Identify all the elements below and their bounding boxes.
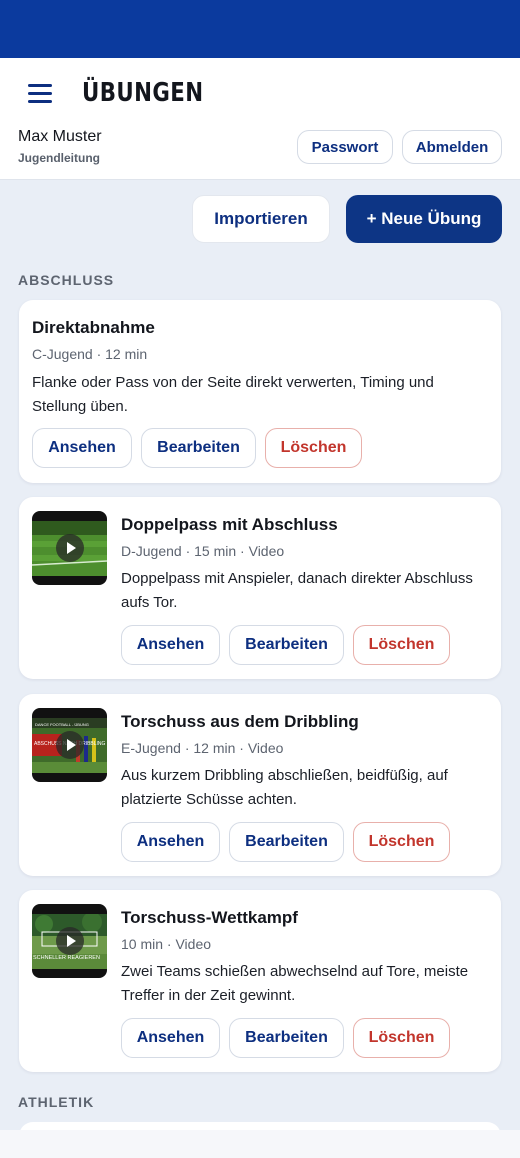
exercise-description: Zwei Teams schießen abwechselnd auf Tore… <box>121 960 468 1008</box>
exercise-description-line: Treffer in der Zeit gewinnt. <box>121 987 296 1004</box>
exercise-meta: D-Jugend · 15 min · Video <box>121 543 285 559</box>
page-title: ÜBUNGEN <box>82 78 204 108</box>
exercise-description-line: Aus kurzem Dribbling abschließen, beidfü… <box>121 767 448 784</box>
exercise-description-line: aufs Tor. <box>121 594 178 611</box>
user-role: Jugendleitung <box>18 151 100 165</box>
exercise-title: Doppelpass mit Abschluss <box>121 515 338 534</box>
exercise-meta: C-Jugend · 12 min <box>32 346 148 362</box>
exercise-card: SCHNELLER REAGIEREN Torschuss-Wettkampf … <box>19 890 501 1072</box>
exercise-description-line: Flanke oder Pass von der Seite direkt ve… <box>32 374 434 391</box>
delete-button[interactable]: Löschen <box>353 822 450 862</box>
view-button[interactable]: Ansehen <box>121 625 220 665</box>
section-label-abschluss: ABSCHLUSS <box>18 272 115 288</box>
exercise-description-line: platzierte Schüsse achten. <box>121 791 297 808</box>
user-name: Max Muster <box>18 128 102 145</box>
exercise-meta: 10 min · Video <box>121 936 212 952</box>
delete-button[interactable]: Löschen <box>353 625 450 665</box>
edit-button[interactable]: Bearbeiten <box>141 428 256 468</box>
section-label-athletik: ATHLETIK <box>18 1094 95 1110</box>
delete-button[interactable]: Löschen <box>265 428 362 468</box>
top-status-bar <box>0 0 520 58</box>
view-button[interactable]: Ansehen <box>32 428 132 468</box>
exercise-description-line: Zwei Teams schießen abwechselnd auf Tore… <box>121 963 469 980</box>
app-header: ÜBUNGEN Max Muster Jugendleitung Passwor… <box>0 58 520 180</box>
exercise-description: Aus kurzem Dribbling abschließen, beidfü… <box>121 764 448 812</box>
exercise-title: Torschuss aus dem Dribbling <box>121 712 359 731</box>
play-icon[interactable] <box>56 731 84 759</box>
exercise-meta: E-Jugend · 12 min · Video <box>121 740 284 756</box>
exercise-description: Doppelpass mit Anspieler, danach direkte… <box>121 567 473 615</box>
view-button[interactable]: Ansehen <box>121 1018 220 1058</box>
thumbnail-caption-top: DANCE FOOTBALL - ÜBUNG <box>35 722 89 727</box>
play-icon[interactable] <box>56 927 84 955</box>
exercise-description: Flanke oder Pass von der Seite direkt ve… <box>32 371 434 419</box>
menu-line <box>28 92 52 95</box>
exercise-description-line: Doppelpass mit Anspieler, danach direkte… <box>121 570 473 587</box>
thumbnail-caption: SCHNELLER REAGIEREN <box>33 955 100 961</box>
edit-button[interactable]: Bearbeiten <box>229 1018 344 1058</box>
exercise-card: DANCE FOOTBALL - ÜBUNG ABSCHUSS NACH DRI… <box>19 694 501 876</box>
bottom-navigation-bar <box>0 1130 520 1158</box>
exercise-title: Torschuss-Wettkampf <box>121 908 298 927</box>
video-thumbnail[interactable] <box>32 511 107 585</box>
menu-line <box>28 100 52 103</box>
view-button[interactable]: Ansehen <box>121 822 220 862</box>
exercise-card: Direktabnahme C-Jugend · 12 min Flanke o… <box>19 300 501 483</box>
exercise-title: Direktabnahme <box>32 318 155 337</box>
edit-button[interactable]: Bearbeiten <box>229 822 344 862</box>
play-icon[interactable] <box>56 534 84 562</box>
menu-line <box>28 84 52 87</box>
exercise-description-line: Stellung üben. <box>32 398 128 415</box>
video-thumbnail[interactable]: DANCE FOOTBALL - ÜBUNG ABSCHUSS NACH DRI… <box>32 708 107 782</box>
exercise-card: Doppelpass mit Abschluss D-Jugend · 15 m… <box>19 497 501 679</box>
password-button[interactable]: Passwort <box>297 130 393 164</box>
import-button[interactable]: Importieren <box>192 195 330 243</box>
video-thumbnail[interactable]: SCHNELLER REAGIEREN <box>32 904 107 978</box>
edit-button[interactable]: Bearbeiten <box>229 625 344 665</box>
hamburger-menu-icon[interactable] <box>22 80 58 108</box>
logout-button[interactable]: Abmelden <box>402 130 502 164</box>
new-exercise-button[interactable]: + Neue Übung <box>346 195 502 243</box>
delete-button[interactable]: Löschen <box>353 1018 450 1058</box>
